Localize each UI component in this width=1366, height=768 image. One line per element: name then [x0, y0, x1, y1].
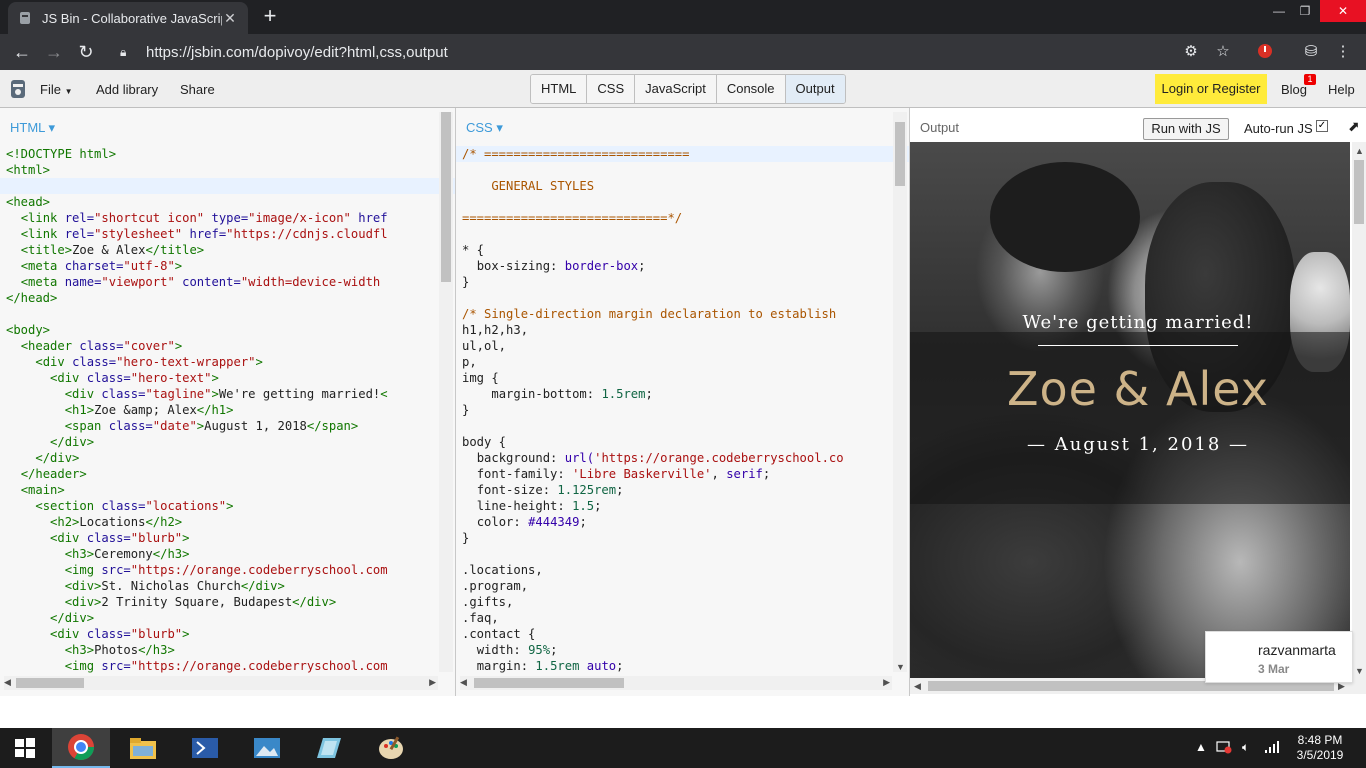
system-clock[interactable]: 8:48 PM 3/5/2019	[1290, 733, 1350, 763]
volume-icon[interactable]: 🔈︎	[1242, 740, 1249, 755]
html-hscroll-thumb[interactable]	[16, 678, 84, 688]
hero-title: Zoe & Alex	[1006, 362, 1270, 416]
file-explorer-icon[interactable]	[114, 728, 172, 768]
scroll-left-arrow-icon[interactable]: ◀	[914, 681, 921, 692]
site-settings-icon[interactable]: ⚙	[1181, 42, 1201, 62]
window-close-button[interactable]: ✕	[1320, 0, 1366, 22]
hero-date: — August 1, 2018 —	[1026, 434, 1250, 455]
panel-toggles: HTML CSS JavaScript Console Output	[530, 74, 846, 104]
html-vertical-scrollbar[interactable]	[439, 112, 453, 672]
autorun-label: Auto-run JS	[1244, 121, 1313, 136]
output-label: Output	[920, 120, 960, 135]
scroll-left-arrow-icon[interactable]: ◀	[4, 677, 11, 688]
autorun-checkbox[interactable]: ✓	[1316, 120, 1328, 132]
tray-overflow-chevron-icon[interactable]: ▲	[1195, 740, 1207, 754]
popout-arrow-icon[interactable]: ⬈	[1348, 118, 1360, 135]
browser-toolbar: ← → ↻ 🔒︎ https://jsbin.com/dopivoy/edit?…	[0, 34, 1366, 70]
network-error-icon[interactable]	[1216, 740, 1232, 757]
scroll-left-arrow-icon[interactable]: ◀	[460, 677, 467, 688]
forward-icon[interactable]: →	[42, 40, 66, 64]
address-bar[interactable]: 🔒︎ https://jsbin.com/dopivoy/edit?html,c…	[108, 37, 1248, 67]
login-register-button[interactable]: Login or Register	[1155, 74, 1267, 104]
user-date: 3 Mar	[1258, 662, 1290, 676]
url-text: https://jsbin.com/dopivoy/edit?html,css,…	[146, 43, 448, 61]
wifi-icon[interactable]	[1264, 740, 1280, 757]
css-hscroll-thumb[interactable]	[474, 678, 624, 688]
back-icon[interactable]: ←	[10, 40, 34, 64]
clock-date: 3/5/2019	[1296, 748, 1344, 762]
css-vertical-scrollbar[interactable]: ▼	[893, 112, 907, 672]
extension-icon[interactable]	[1255, 42, 1275, 62]
blog-badge: 1	[1304, 74, 1316, 85]
output-vertical-scrollbar[interactable]: ▲ ▼	[1352, 142, 1366, 678]
hero-text-band	[910, 332, 1350, 504]
css-pane-label[interactable]: CSS ▾	[466, 120, 503, 136]
output-header: Output Run with JS Auto-run JS ✓ ⬈	[910, 108, 1366, 142]
hero-divider	[1038, 345, 1238, 346]
css-scroll-thumb[interactable]	[895, 122, 905, 186]
photos-icon[interactable]	[238, 728, 296, 768]
tab-output[interactable]: Output	[785, 75, 845, 103]
tab-title: JS Bin - Collaborative JavaScript Debugg…	[42, 10, 222, 26]
scroll-right-arrow-icon[interactable]: ▶	[883, 677, 890, 688]
notes-app-icon[interactable]	[300, 728, 358, 768]
tab-strip: JS Bin - Collaborative JavaScript Debugg…	[0, 0, 1366, 34]
blog-link[interactable]: Blog	[1281, 82, 1307, 97]
user-name: razvanmarta	[1258, 642, 1336, 658]
file-menu[interactable]: File ▼	[40, 82, 73, 97]
page-bottom-area	[0, 696, 1366, 728]
clock-time: 8:48 PM	[1297, 733, 1343, 747]
restore-button[interactable]: ❐	[1290, 0, 1320, 22]
incognito-icon[interactable]: ⛁	[1301, 42, 1321, 62]
css-pane[interactable]: CSS ▾ /* ============================ GE…	[456, 108, 909, 696]
add-library-button[interactable]: Add library	[96, 82, 158, 97]
run-with-js-button[interactable]: Run with JS	[1143, 118, 1229, 140]
css-editor[interactable]: /* ============================ GENERAL …	[462, 146, 844, 690]
jsbin-header: File ▼ Add library Share HTML CSS JavaSc…	[0, 70, 1366, 108]
windows-logo-icon	[15, 738, 35, 758]
jsbin-logo-icon[interactable]	[8, 78, 28, 100]
lock-icon: 🔒︎	[120, 44, 127, 59]
output-scroll-thumb[interactable]	[1354, 160, 1364, 224]
html-horizontal-scrollbar[interactable]: ◀ ▶	[4, 676, 438, 690]
tab-close-icon[interactable]: ✕	[222, 10, 238, 27]
html-scroll-thumb[interactable]	[441, 112, 451, 282]
help-link[interactable]: Help	[1328, 82, 1355, 97]
share-button[interactable]: Share	[180, 82, 215, 97]
hero-tagline: We're getting married!	[1022, 312, 1254, 333]
css-horizontal-scrollbar[interactable]: ◀ ▶	[460, 676, 892, 690]
taskbar: ▲ 🔈︎ 8:48 PM 3/5/2019	[0, 728, 1366, 768]
output-pane: Output Run with JS Auto-run JS ✓ ⬈ We're…	[910, 108, 1366, 696]
file-menu-label: File	[40, 82, 61, 97]
html-editor[interactable]: <!DOCTYPE html> <html> <head> <link rel="…	[6, 146, 388, 674]
tab-console[interactable]: Console	[716, 75, 786, 103]
reload-icon[interactable]: ↻	[74, 40, 98, 64]
scroll-down-arrow-icon[interactable]: ▼	[896, 662, 905, 672]
bookmark-star-icon[interactable]: ☆	[1213, 42, 1233, 62]
start-button[interactable]	[0, 728, 50, 768]
chrome-menu-icon[interactable]: ⋮	[1333, 42, 1353, 62]
user-card[interactable]: razvanmarta 3 Mar	[1205, 631, 1353, 683]
scroll-up-arrow-icon[interactable]: ▲	[1355, 146, 1364, 156]
html-pane[interactable]: HTML ▾ <!DOCTYPE html> <html> <head> <lin…	[0, 108, 455, 696]
hero-photo-shape	[990, 162, 1140, 272]
jsbin-favicon-icon	[18, 11, 32, 25]
chevron-down-icon: ▼	[64, 87, 73, 96]
paint-icon[interactable]	[362, 728, 420, 768]
new-tab-button[interactable]: +	[258, 4, 282, 28]
powershell-icon[interactable]	[176, 728, 234, 768]
browser-tab[interactable]: JS Bin - Collaborative JavaScript Debugg…	[8, 2, 248, 34]
scroll-down-arrow-icon[interactable]: ▼	[1355, 666, 1364, 676]
scroll-right-arrow-icon[interactable]: ▶	[429, 677, 436, 688]
html-pane-label[interactable]: HTML ▾	[10, 120, 55, 136]
tab-html[interactable]: HTML	[531, 75, 588, 103]
chrome-taskbar-icon[interactable]	[52, 728, 110, 768]
tab-css[interactable]: CSS	[587, 75, 636, 103]
tab-javascript[interactable]: JavaScript	[635, 75, 717, 103]
